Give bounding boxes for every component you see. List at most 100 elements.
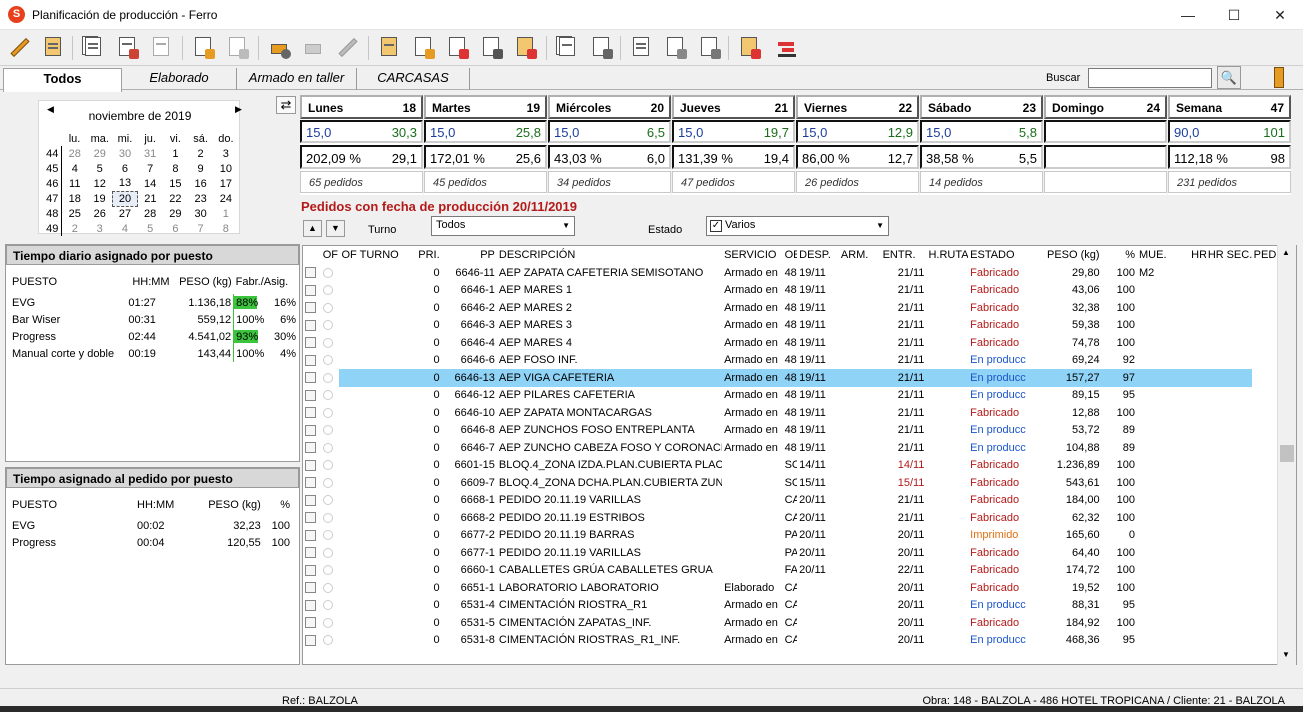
month-calendar[interactable]: ◀ noviembre de 2019 ▶ lu. ma. mi. ju. vi. sá.… bbox=[38, 100, 242, 236]
documents-icon[interactable] bbox=[554, 34, 580, 60]
estado-select[interactable]: ✓ Varios ▼ bbox=[706, 216, 889, 236]
calendar-day[interactable]: 10 bbox=[213, 161, 238, 176]
minimize-button[interactable]: — bbox=[1165, 0, 1211, 30]
column-header[interactable]: ESTADO bbox=[968, 246, 1040, 264]
day-summary[interactable]: Lunes 18 15,0 30,3 202,09 % 29,1 65 pedidos bbox=[300, 95, 423, 195]
calendar-day[interactable]: 22 bbox=[163, 191, 188, 206]
day-summary[interactable]: Jueves 21 15,0 19,7 131,39 % 19,4 47 pedido… bbox=[672, 95, 795, 195]
column-header[interactable]: MUE. bbox=[1137, 246, 1190, 264]
table-row[interactable]: 0 6646-13 AEP VIGA CAFETERIA Armado en 4… bbox=[303, 369, 1281, 387]
calendar-day[interactable]: 6 bbox=[163, 221, 188, 236]
documents-lock-icon[interactable] bbox=[588, 34, 614, 60]
order-time-row[interactable]: Progress 00:04 120,55 100 bbox=[10, 534, 292, 551]
column-header[interactable]: ARM. bbox=[838, 246, 881, 264]
table-row[interactable]: 0 6531-4 CIMENTACIÓN RIOSTRA_R1 Armado e… bbox=[303, 597, 1281, 615]
daily-row[interactable]: Manual corte y doble 00:19 143,44 100% 4… bbox=[10, 345, 298, 362]
table-row[interactable]: 0 6531-5 CIMENTACIÓN ZAPATAS_INF. Armado… bbox=[303, 614, 1281, 632]
column-header[interactable]: SERVICIO bbox=[722, 246, 783, 264]
calendar-day[interactable]: 8 bbox=[163, 161, 188, 176]
report-book-icon[interactable] bbox=[40, 34, 66, 60]
turno-select[interactable]: Todos ▼ bbox=[431, 216, 575, 236]
calendar-day[interactable]: 4 bbox=[112, 221, 137, 236]
table-row[interactable]: 0 6646-1 AEP MARES 1 Armado en 48 19/11 … bbox=[303, 282, 1281, 300]
table-row[interactable]: 0 6677-1 PEDIDO 20.11.19 VARILLAS PA 20/… bbox=[303, 544, 1281, 562]
column-header[interactable]: DESCRIPCIÓN bbox=[496, 246, 723, 264]
day-summary[interactable]: Domingo 24 bbox=[1044, 95, 1167, 195]
row-checkbox[interactable] bbox=[305, 547, 316, 559]
grid-list-icon[interactable] bbox=[80, 34, 106, 60]
table-row[interactable]: 0 6646-10 AEP ZAPATA MONTACARGAS Armado … bbox=[303, 404, 1281, 422]
maximize-button[interactable]: ☐ bbox=[1211, 0, 1257, 30]
row-checkbox[interactable] bbox=[305, 617, 316, 629]
column-header[interactable]: OF TURNO bbox=[339, 246, 403, 264]
calendar-day[interactable]: 29 bbox=[87, 146, 112, 161]
column-header[interactable]: OF bbox=[320, 246, 340, 264]
row-checkbox[interactable] bbox=[305, 634, 316, 646]
calendar-day[interactable]: 21 bbox=[138, 191, 163, 206]
scroll-down-icon[interactable]: ▼ bbox=[1282, 650, 1290, 659]
column-header[interactable]: ENTR. bbox=[880, 246, 927, 264]
edit-pencil-icon[interactable] bbox=[6, 34, 32, 60]
day-summary[interactable]: Martes 19 15,0 25,8 172,01 % 25,6 45 pedido… bbox=[424, 95, 547, 195]
calendar-day[interactable]: 17 bbox=[213, 176, 238, 191]
calendar-day[interactable]: 2 bbox=[62, 221, 87, 236]
row-checkbox[interactable] bbox=[305, 564, 316, 576]
row-checkbox[interactable] bbox=[305, 442, 316, 454]
column-header[interactable]: DESP. bbox=[797, 246, 839, 264]
row-checkbox[interactable] bbox=[305, 424, 316, 436]
scroll-up-icon[interactable]: ▲ bbox=[1282, 248, 1290, 257]
table-row[interactable]: 0 6646-12 AEP PILARES CAFETERIA Armado e… bbox=[303, 387, 1281, 405]
calendar-day[interactable]: 8 bbox=[213, 221, 238, 236]
calendar-day[interactable]: 25 bbox=[62, 206, 87, 221]
next-month-icon[interactable]: ▶ bbox=[235, 104, 242, 115]
calendar-day[interactable]: 16 bbox=[188, 176, 213, 191]
tab-elaborado[interactable]: Elaborado bbox=[122, 68, 237, 90]
list-tools-icon[interactable] bbox=[696, 34, 722, 60]
column-header[interactable]: SEC. bbox=[1224, 246, 1252, 264]
calendar-day[interactable]: 2 bbox=[188, 146, 213, 161]
calendar-day[interactable]: 28 bbox=[62, 146, 87, 161]
add-order-icon[interactable] bbox=[190, 34, 216, 60]
row-checkbox[interactable] bbox=[305, 354, 316, 366]
column-header[interactable]: OE bbox=[782, 246, 798, 264]
move-down-icon[interactable]: ▼ bbox=[326, 220, 345, 237]
table-row[interactable]: 0 6601-15 BLOQ.4_ZONA IZDA.PLAN.CUBIERTA… bbox=[303, 457, 1281, 475]
calendar-day[interactable]: 5 bbox=[138, 221, 163, 236]
scroll-thumb[interactable] bbox=[1280, 445, 1294, 462]
tools-icon[interactable] bbox=[334, 34, 360, 60]
copy-order-icon[interactable] bbox=[224, 34, 250, 60]
calendar-day[interactable]: 3 bbox=[87, 221, 112, 236]
calendar-day[interactable]: 13 bbox=[112, 176, 137, 191]
daily-row[interactable]: EVG 01:27 1.136,18 88% 16% bbox=[10, 294, 298, 311]
calendar-day[interactable]: 30 bbox=[112, 146, 137, 161]
row-checkbox[interactable] bbox=[305, 319, 316, 331]
calendar-day[interactable]: 4 bbox=[62, 161, 87, 176]
row-checkbox[interactable] bbox=[305, 302, 316, 314]
add-truck-icon[interactable] bbox=[266, 34, 292, 60]
row-checkbox[interactable] bbox=[305, 284, 316, 296]
table-row[interactable]: 0 6668-2 PEDIDO 20.11.19 ESTRIBOS CA 20/… bbox=[303, 509, 1281, 527]
row-checkbox[interactable] bbox=[305, 529, 316, 541]
calendar-day[interactable]: 7 bbox=[138, 161, 163, 176]
table-row[interactable]: 0 6646-4 AEP MARES 4 Armado en 48 19/11 … bbox=[303, 334, 1281, 352]
day-summary[interactable]: Miércoles 20 15,0 6,5 43,03 % 6,0 34 pedido… bbox=[548, 95, 671, 195]
table-row[interactable]: 0 6677-2 PEDIDO 20.11.19 BARRAS PA 20/11… bbox=[303, 527, 1281, 545]
table-row[interactable]: 0 6660-1 CABALLETES GRÚA CABALLETES GRUA… bbox=[303, 562, 1281, 580]
row-checkbox[interactable] bbox=[305, 459, 316, 471]
gantt-icon[interactable] bbox=[770, 34, 796, 60]
table-row[interactable]: 0 6609-7 BLOQ.4_ZONA DCHA.PLAN.CUBIERTA … bbox=[303, 474, 1281, 492]
table-row[interactable]: 0 6646-2 AEP MARES 2 Armado en 48 19/11 … bbox=[303, 299, 1281, 317]
table-row[interactable]: 0 6646-3 AEP MARES 3 Armado en 48 19/11 … bbox=[303, 317, 1281, 335]
tab-carcasas[interactable]: CARCASAS bbox=[357, 68, 470, 90]
print-order-icon[interactable] bbox=[444, 34, 470, 60]
row-checkbox[interactable] bbox=[305, 372, 316, 384]
row-checkbox[interactable] bbox=[305, 267, 316, 279]
day-summary[interactable]: Sábado 23 15,0 5,8 38,58 % 5,5 14 pedidos bbox=[920, 95, 1043, 195]
row-checkbox[interactable] bbox=[305, 512, 316, 524]
grid-scrollbar[interactable]: ▲ ▼ bbox=[1277, 245, 1296, 665]
row-checkbox[interactable] bbox=[305, 407, 316, 419]
column-header[interactable]: PESO (kg) bbox=[1039, 246, 1102, 264]
calendar-day[interactable]: 12 bbox=[87, 176, 112, 191]
table-row[interactable]: 0 6646-7 AEP ZUNCHO CABEZA FOSO Y CORONA… bbox=[303, 439, 1281, 457]
close-button[interactable]: ✕ bbox=[1257, 0, 1303, 30]
